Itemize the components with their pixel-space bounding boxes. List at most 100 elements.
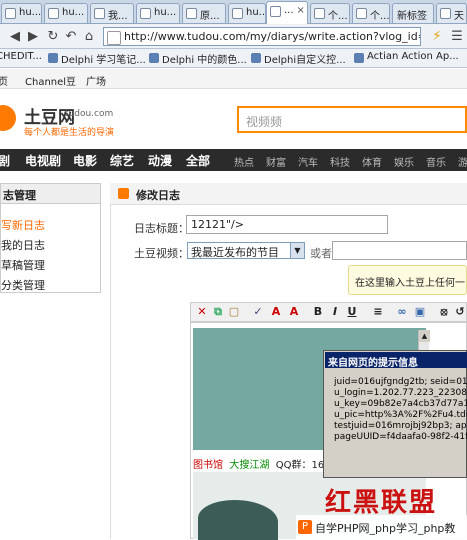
spellcheck-icon[interactable]: ✓	[251, 305, 265, 319]
reload-icon[interactable]: ↻	[44, 28, 62, 45]
nav-subitem[interactable]: 汽车	[298, 154, 318, 169]
main-nav: 剧 电视剧 电影 综艺 动漫 全部 热点 财富 汽车 科技 体育 娱乐 音乐 游	[0, 149, 467, 171]
paste-icon[interactable]: ▢	[227, 305, 241, 319]
favicon-icon	[94, 8, 105, 19]
nav-item[interactable]: 综艺	[110, 152, 134, 169]
or-label: 或者	[310, 247, 332, 260]
site-domain: tudou.com	[65, 109, 114, 119]
browser-tab[interactable]: 我...	[90, 3, 134, 23]
nav-subitem[interactable]: 音乐	[426, 154, 446, 169]
bookmark-item[interactable]: Delphi 中的颜色...	[149, 51, 247, 66]
alert-line: u_login=1.202.77.223_22308938	[334, 388, 467, 398]
favicon-icon	[356, 8, 367, 19]
sidebar-item-categories[interactable]: 分类管理	[1, 277, 45, 293]
watermark: P 自学PHP网_php学习_php教	[296, 515, 467, 539]
title-input[interactable]: 12121"/>	[186, 215, 388, 234]
bookmarks-bar: CHEDIT... Delphi 学习笔记... Delphi 中的颜色... …	[0, 49, 467, 68]
editor-link[interactable]: 图书馆	[193, 460, 223, 471]
address-bar[interactable]: http://www.tudou.com/my/diarys/write.act…	[103, 27, 421, 46]
link-icon[interactable]: ∞	[395, 305, 409, 319]
nav-subitem[interactable]: 游	[458, 154, 467, 169]
sidebar-item-drafts[interactable]: 草稿管理	[1, 257, 45, 273]
font-size-icon[interactable]: A	[287, 305, 301, 319]
underline-icon[interactable]: U	[345, 305, 359, 319]
video-url-input[interactable]	[332, 241, 467, 260]
browser-tab[interactable]: 天	[436, 3, 467, 23]
nav-subitem[interactable]: 热点	[234, 154, 254, 169]
scroll-up-icon[interactable]: ▲	[419, 330, 430, 342]
sidebar-item-new[interactable]: 写新日志	[1, 217, 45, 233]
alert-line: juid=016ujfgndg2tb; seid=016uj	[334, 377, 467, 387]
bookmark-item[interactable]: Delphi 学习笔记...	[48, 51, 146, 66]
browser-tab[interactable]: 个...	[310, 3, 350, 23]
alert-dialog[interactable]: 来自网页的提示信息 juid=016ujfgndg2tb; seid=016uj…	[323, 350, 467, 478]
bookmark-label: Delphi 学习笔记...	[61, 55, 146, 66]
bookmark-icon	[48, 53, 58, 63]
bookmark-item[interactable]: Delphi自定义控...	[251, 51, 346, 66]
nav-subitem[interactable]: 财富	[266, 154, 286, 169]
eraser-icon[interactable]: ⦻	[437, 305, 451, 319]
cut-icon[interactable]: ✕	[195, 305, 209, 319]
nav-item[interactable]: 剧	[0, 152, 10, 169]
browser-tab[interactable]: 个...	[352, 3, 390, 23]
more-icon[interactable]: ↺	[453, 305, 467, 319]
image-icon[interactable]: ▣	[413, 305, 427, 319]
favicon-icon	[48, 8, 59, 19]
tab-label: 新标签	[397, 11, 427, 22]
close-tab-icon[interactable]: ×	[297, 5, 305, 16]
tab-label: 天	[454, 11, 464, 22]
browser-tab[interactable]: hu...	[136, 3, 180, 23]
alert-title: 来自网页的提示信息	[325, 352, 467, 369]
nav-item[interactable]: 电视剧	[25, 152, 61, 169]
nav-item[interactable]: 电影	[73, 152, 97, 169]
diary-sidebar: 志管理 写新日志 我的日志 草稿管理 分类管理	[0, 183, 101, 293]
page-icon	[107, 31, 121, 45]
nav-subitem[interactable]: 体育	[362, 154, 382, 169]
browser-tab[interactable]: 原...	[182, 3, 226, 23]
php-logo-icon: P	[298, 520, 312, 534]
browser-tab[interactable]: hu...	[1, 3, 42, 23]
nav-subitem[interactable]: 娱乐	[394, 154, 414, 169]
home-icon[interactable]: ⌂	[80, 28, 98, 45]
nav-subitem[interactable]: 科技	[330, 154, 350, 169]
nav-item[interactable]: 全部	[186, 152, 210, 169]
undo-icon[interactable]: ↶	[62, 28, 80, 45]
forward-icon[interactable]: ▶	[24, 28, 42, 45]
editor-link[interactable]: 大搜江湖	[229, 460, 269, 471]
font-color-icon[interactable]: A	[269, 305, 283, 319]
sidebar-item-my[interactable]: 我的日志	[1, 237, 45, 253]
favicon-icon	[232, 8, 243, 19]
topnav-link[interactable]: Channel豆	[25, 73, 76, 88]
browser-tab-new[interactable]: 新标签	[392, 3, 434, 23]
bookmark-label: Delphi 中的颜色...	[162, 55, 247, 66]
back-icon[interactable]: ◀	[6, 28, 24, 45]
tab-label: hu...	[246, 7, 266, 18]
lightning-icon[interactable]: ⚡	[428, 28, 446, 45]
italic-icon[interactable]: I	[328, 305, 342, 319]
bookmark-item[interactable]: CHEDIT...	[0, 51, 42, 66]
alert-line: u_pic=http%3A%2F%2Fu4.tdimg	[334, 410, 467, 420]
menu-icon[interactable]: ☰	[448, 28, 466, 45]
browser-tab[interactable]: hu...	[44, 3, 88, 23]
browser-tab-active[interactable]: ... ×	[266, 1, 308, 24]
nav-item[interactable]: 动漫	[148, 152, 172, 169]
topnav-link[interactable]: 广场	[86, 73, 106, 88]
bookmark-item[interactable]: Actian Action Ap...	[354, 51, 459, 66]
bookmark-label: Delphi自定义控...	[264, 55, 346, 66]
browser-tab-strip: hu... hu... 我... hu... 原... hu... ... × 个…	[0, 0, 467, 24]
topnav-link[interactable]: 页	[0, 73, 8, 88]
bold-icon[interactable]: B	[311, 305, 325, 319]
favicon-icon	[186, 8, 197, 19]
tab-label: 我...	[108, 11, 128, 22]
site-topnav: 页 Channel豆 广场	[0, 69, 467, 89]
search-input[interactable]: 视频频	[237, 106, 467, 133]
video-select[interactable]: 我最近发布的节目 ▼	[187, 242, 305, 259]
browser-tab[interactable]: hu...	[228, 3, 266, 23]
align-icon[interactable]: ≡	[371, 305, 385, 319]
title-label: 日志标题：	[134, 222, 189, 235]
address-text: http://www.tudou.com/my/diarys/write.act…	[124, 30, 420, 43]
chevron-down-icon[interactable]: ▼	[290, 243, 304, 258]
alert-line: u_key=09b82e7a4cb37d77a1084	[334, 399, 467, 409]
copy-icon[interactable]: ⧉	[211, 305, 225, 319]
input-tooltip: 在这里输入土豆上任何一	[348, 265, 467, 295]
